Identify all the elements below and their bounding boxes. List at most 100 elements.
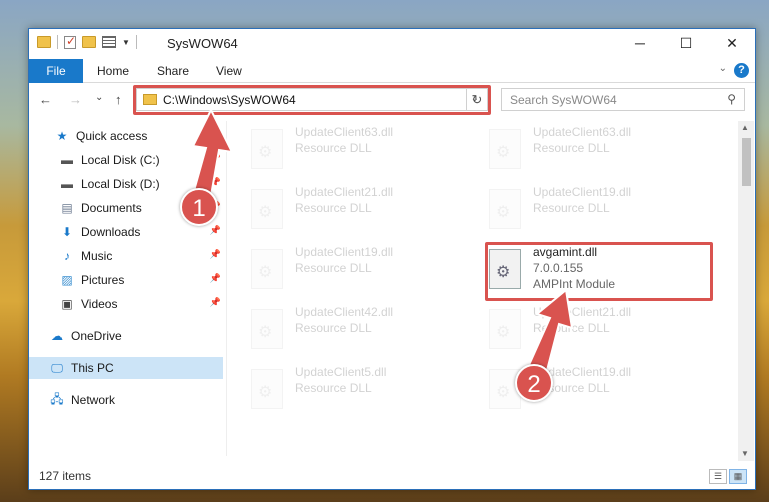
file-tile[interactable]: UpdateClient63.dll Resource DLL: [249, 123, 469, 179]
minimize-button[interactable]: ─: [617, 29, 663, 57]
sidebar-item-label: Local Disk (D:): [81, 177, 160, 191]
tab-home[interactable]: Home: [97, 64, 129, 78]
title-bar: ▼ SysWOW64 ─ ☐ ✕: [29, 29, 755, 59]
expand-ribbon-icon[interactable]: ⌄: [719, 63, 727, 74]
sidebar-item-pictures[interactable]: ▨ Pictures 📌: [29, 269, 223, 291]
sidebar-item-onedrive[interactable]: ☁ OneDrive: [29, 325, 223, 347]
file-tile[interactable]: UpdateClient19.dll Resource DLL: [487, 183, 707, 239]
annotation-badge-1: 1: [180, 188, 218, 226]
details-view-icon[interactable]: ☰: [709, 469, 727, 484]
file-name: UpdateClient63.dll: [533, 125, 632, 139]
status-bar: 127 items ☰ ▦: [29, 465, 755, 489]
forward-arrow-icon[interactable]: →: [69, 92, 82, 107]
customize-toolbar-caret-icon[interactable]: ▼: [122, 38, 130, 47]
annotation-badge-2: 2: [515, 364, 553, 402]
search-input[interactable]: Search SysWOW64 ⚲: [501, 88, 745, 111]
file-description: Resource DLL: [295, 321, 372, 335]
pin-icon[interactable]: 📌: [210, 249, 221, 260]
download-icon: ⬇: [61, 225, 73, 239]
file-tile[interactable]: UpdateClient21.dll Resource DLL: [487, 303, 707, 359]
address-highlight-box: [133, 85, 491, 115]
sidebar-item-label: Local Disk (C:): [81, 153, 160, 167]
tiles-view-icon[interactable]: ▦: [729, 469, 747, 484]
sidebar-item-videos[interactable]: ▣ Videos 📌: [29, 293, 223, 315]
toolbar-separator: [135, 35, 137, 49]
ribbon-tabs: File Home Share View ⌄ ?: [29, 59, 755, 83]
help-icon[interactable]: ?: [734, 63, 749, 78]
cloud-icon: ☁: [51, 329, 63, 343]
close-button[interactable]: ✕: [709, 29, 755, 57]
sidebar-item-label: Network: [71, 393, 116, 407]
sidebar-item-quick-access[interactable]: ★ Quick access: [29, 125, 223, 147]
sidebar-item-label: Downloads: [81, 225, 141, 239]
file-name: UpdateClient21.dll: [295, 185, 394, 199]
pin-icon[interactable]: 📌: [210, 297, 221, 308]
pin-icon[interactable]: 📌: [210, 273, 221, 284]
window-title: SysWOW64: [167, 36, 238, 51]
sidebar-item-label: Quick access: [76, 129, 148, 143]
tab-share[interactable]: Share: [157, 64, 189, 78]
properties-icon[interactable]: [102, 36, 116, 48]
sidebar-item-local-disk-c[interactable]: ▬ Local Disk (C:) 📌: [29, 149, 223, 171]
up-arrow-icon[interactable]: ↑: [115, 92, 122, 107]
network-icon: 🖧: [50, 391, 64, 406]
file-description: Resource DLL: [295, 201, 372, 215]
search-icon[interactable]: ⚲: [727, 92, 736, 106]
quick-access-toolbar: ▼: [37, 34, 137, 49]
file-description: Resource DLL: [533, 321, 610, 335]
pin-icon[interactable]: 📌: [210, 225, 221, 236]
drive-icon: ▬: [61, 177, 73, 191]
dll-file-icon: [489, 309, 521, 349]
new-folder-icon[interactable]: [82, 36, 96, 48]
tab-view[interactable]: View: [216, 64, 242, 78]
file-description: Resource DLL: [533, 201, 610, 215]
file-name: UpdateClient42.dll: [295, 305, 394, 319]
folder-icon: [37, 36, 51, 48]
sidebar-item-label: Documents: [81, 201, 142, 215]
star-icon: ★: [56, 129, 68, 143]
sidebar-item-label: OneDrive: [71, 329, 122, 343]
pin-icon[interactable]: 📌: [210, 177, 221, 188]
vertical-scrollbar[interactable]: ▲ ▼: [738, 121, 754, 461]
file-tile[interactable]: UpdateClient19.dll Resource DLL: [249, 243, 469, 299]
sidebar-item-music[interactable]: ♪ Music 📌: [29, 245, 223, 267]
pane-divider: [226, 121, 227, 456]
tab-file[interactable]: File: [29, 59, 83, 83]
file-tile[interactable]: UpdateClient21.dll Resource DLL: [249, 183, 469, 239]
file-explorer-window: ▼ SysWOW64 ─ ☐ ✕ File Home Share View ⌄ …: [28, 28, 756, 490]
sidebar-item-this-pc[interactable]: 🖵 This PC: [29, 357, 223, 379]
monitor-icon: 🖵: [51, 360, 63, 375]
dll-file-icon: [251, 309, 283, 349]
recent-locations-icon[interactable]: ⌄: [95, 92, 103, 103]
pin-icon[interactable]: 📌: [210, 153, 221, 164]
file-tile[interactable]: UpdateClient42.dll Resource DLL: [249, 303, 469, 359]
dll-file-icon: [251, 189, 283, 229]
sidebar-item-label: Videos: [81, 297, 118, 311]
back-arrow-icon[interactable]: ←: [39, 92, 52, 107]
file-description: Resource DLL: [295, 381, 372, 395]
sidebar-item-network[interactable]: 🖧 Network: [29, 389, 223, 411]
scrollbar-thumb[interactable]: [742, 138, 751, 186]
toolbar-separator: [57, 35, 58, 49]
item-count: 127 items: [39, 469, 92, 483]
sidebar-item-label: This PC: [71, 361, 114, 375]
file-name: UpdateClient19.dll: [295, 245, 394, 259]
documents-icon: ▤: [61, 201, 73, 215]
file-description: Resource DLL: [295, 141, 372, 155]
sidebar-item-label: Pictures: [81, 273, 125, 287]
sidebar-item-label: Music: [81, 249, 113, 263]
file-name: UpdateClient63.dll: [295, 125, 394, 139]
file-name: UpdateClient5.dll: [295, 365, 387, 379]
scroll-up-icon[interactable]: ▲: [741, 123, 749, 132]
file-tile[interactable]: UpdateClient5.dll Resource DLL: [249, 363, 469, 419]
videos-icon: ▣: [61, 297, 73, 311]
file-tile[interactable]: UpdateClient63.dll Resource DLL: [487, 123, 707, 179]
properties-check-icon[interactable]: [64, 34, 76, 49]
dll-file-icon: [251, 369, 283, 409]
music-icon: ♪: [64, 249, 70, 263]
scroll-down-icon[interactable]: ▼: [741, 449, 749, 458]
file-description: Resource DLL: [295, 261, 372, 275]
dll-file-icon: [489, 189, 521, 229]
maximize-button[interactable]: ☐: [663, 29, 709, 57]
dll-file-icon: [251, 249, 283, 289]
